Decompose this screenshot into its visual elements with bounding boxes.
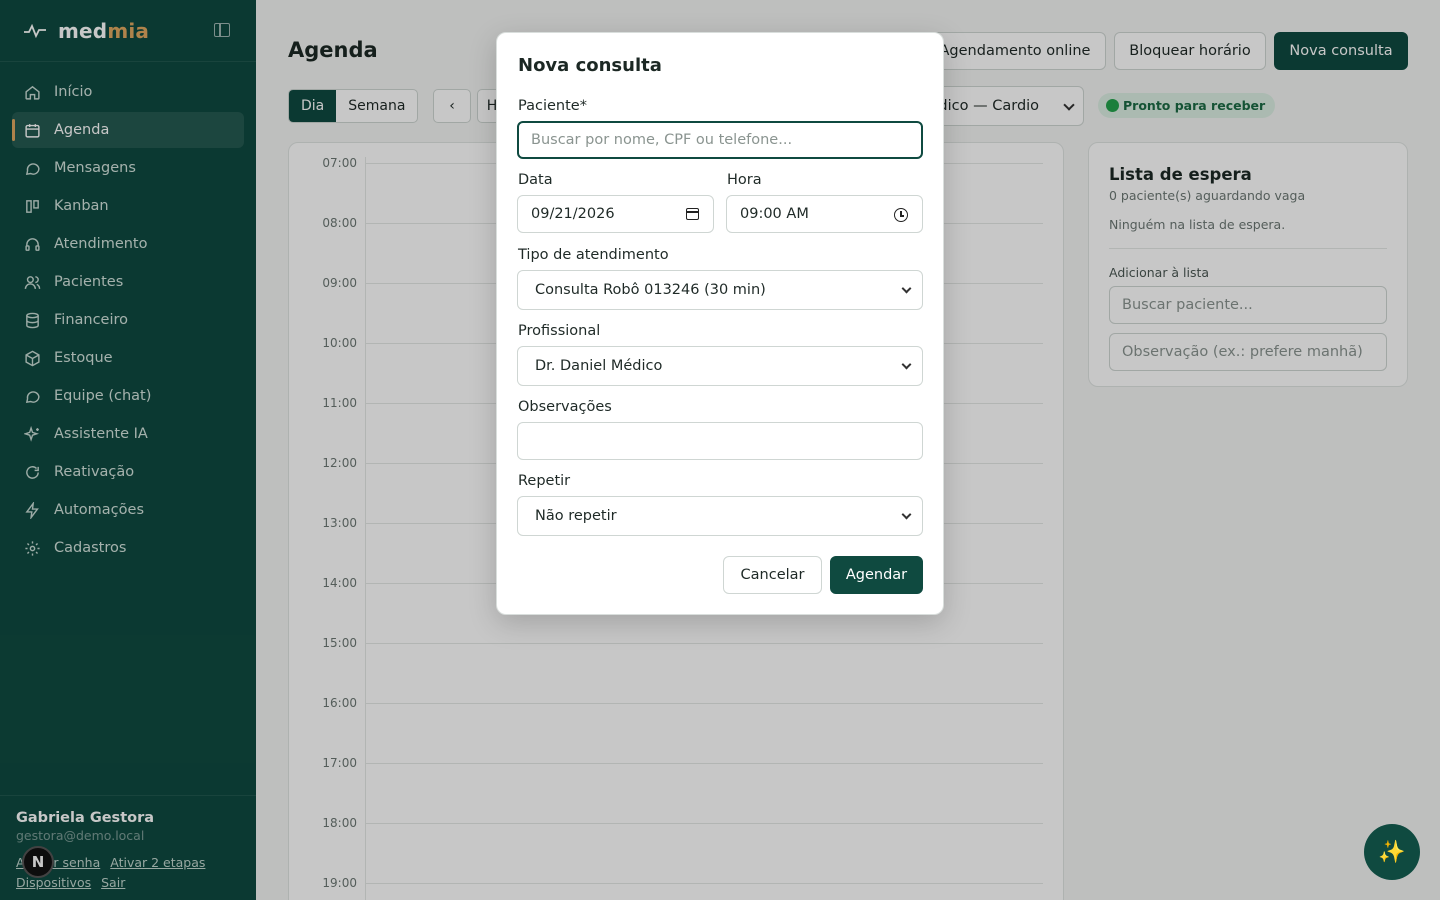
patient-search-placeholder: Buscar por nome, CPF ou telefone... — [531, 132, 793, 148]
chevron-down-icon — [901, 509, 912, 520]
time-input[interactable]: 09:00 AM — [726, 195, 923, 233]
patient-search-input[interactable]: Buscar por nome, CPF ou telefone... — [517, 121, 923, 159]
date-value: 09/21/2026 — [531, 206, 615, 222]
professional-select[interactable]: Dr. Daniel Médico — [517, 346, 923, 386]
time-label: Hora — [727, 172, 762, 188]
date-label: Data — [518, 172, 553, 188]
repeat-select[interactable]: Não repetir — [517, 496, 923, 536]
chevron-down-icon — [901, 359, 912, 370]
clock-icon[interactable] — [894, 208, 908, 222]
professional-select-value: Dr. Daniel Médico — [535, 358, 663, 374]
sparkles-icon: ✨ — [1378, 839, 1406, 865]
repeat-select-value: Não repetir — [535, 508, 617, 524]
cancel-button[interactable]: Cancelar — [723, 556, 822, 594]
schedule-button[interactable]: Agendar — [830, 556, 923, 594]
type-select-value: Consulta Robô 013246 (30 min) — [535, 282, 766, 298]
time-value: 09:00 AM — [740, 206, 809, 222]
professional-label: Profissional — [518, 323, 601, 339]
calendar-icon[interactable] — [686, 208, 699, 220]
notes-input[interactable] — [517, 422, 923, 460]
new-appointment-dialog: Nova consulta Paciente* Buscar por nome,… — [496, 32, 944, 615]
patient-label: Paciente* — [518, 98, 587, 114]
notes-label: Observações — [518, 399, 612, 415]
dialog-title: Nova consulta — [518, 55, 662, 76]
type-label: Tipo de atendimento — [518, 247, 669, 263]
repeat-label: Repetir — [518, 473, 571, 489]
date-input[interactable]: 09/21/2026 — [517, 195, 714, 233]
chevron-down-icon — [901, 283, 912, 294]
type-select[interactable]: Consulta Robô 013246 (30 min) — [517, 270, 923, 310]
ai-assistant-fab[interactable]: ✨ — [1364, 824, 1420, 880]
